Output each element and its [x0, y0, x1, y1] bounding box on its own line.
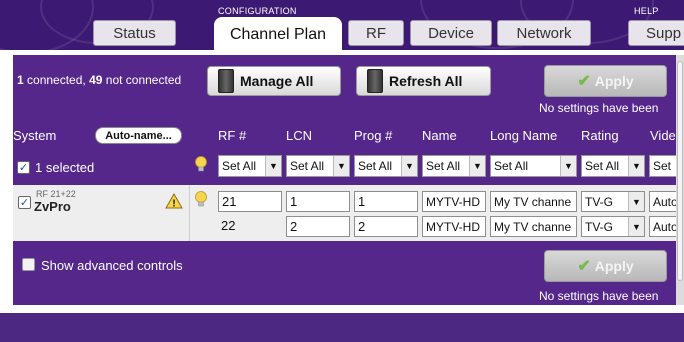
channel-plan-panel: 1 connected, 49 not connected Manage All… — [13, 55, 684, 305]
apply-label-bottom: Apply — [594, 258, 634, 274]
set-all-name-select[interactable]: Set All ▼ — [422, 155, 486, 177]
vertical-scrollbar[interactable] — [676, 55, 684, 305]
connected-count: 1 — [17, 73, 24, 87]
tab-rf[interactable]: RF — [348, 20, 404, 46]
rf-value: 22 — [221, 218, 236, 233]
chevron-down-icon: ▼ — [401, 156, 417, 176]
prog-field[interactable]: 2 — [354, 216, 418, 237]
device-checkbox[interactable]: ✓ — [18, 196, 31, 209]
chevron-down-icon: ▼ — [333, 156, 349, 176]
column-divider — [189, 185, 190, 241]
device-icon — [218, 69, 234, 93]
column-header-rating[interactable]: Rating — [581, 128, 619, 143]
rating-select[interactable]: TV-G ▼ — [581, 216, 645, 237]
advanced-controls-label: Show advanced controls — [41, 258, 183, 273]
device-name: ZvPro — [34, 199, 71, 214]
long-name-field[interactable]: My TV channe — [490, 216, 577, 237]
tab-status[interactable]: Status — [93, 20, 176, 46]
set-all-prog-select[interactable]: Set All ▼ — [354, 155, 418, 177]
warning-icon[interactable]: ! — [165, 193, 183, 209]
svg-text:!: ! — [172, 199, 175, 210]
lcn-field[interactable]: 1 — [286, 191, 350, 212]
configuration-label: CONFIGURATION — [218, 6, 297, 16]
column-header-lcn[interactable]: LCN — [286, 128, 312, 143]
device-icon — [367, 69, 383, 93]
top-nav-bar: CONFIGURATION HELP Status Channel Plan R… — [0, 0, 684, 50]
chevron-down-icon: ▼ — [560, 156, 576, 176]
apply-button[interactable]: ✔ Apply — [544, 65, 667, 97]
connection-status: 1 connected, 49 not connected — [17, 73, 181, 87]
tab-device[interactable]: Device — [410, 20, 492, 46]
select-all-checkbox[interactable]: ✓ — [17, 161, 30, 174]
device-rf-label: RF 21+22 — [36, 189, 76, 199]
column-header-system: System — [13, 128, 57, 143]
connected-text: connected, — [23, 73, 90, 87]
apply-status-note: No settings have been — [539, 101, 659, 115]
tab-channel-plan[interactable]: Channel Plan — [214, 17, 342, 50]
advanced-controls-checkbox[interactable] — [22, 258, 35, 271]
chevron-down-icon: ▼ — [628, 192, 644, 211]
apply-button-bottom[interactable]: ✔ Apply — [544, 250, 667, 282]
name-field[interactable]: MYTV-HD — [422, 191, 486, 212]
set-all-rf-select[interactable]: Set All ▼ — [218, 155, 282, 177]
chevron-down-icon: ▼ — [469, 156, 485, 176]
bottom-separator — [0, 305, 684, 313]
chevron-down-icon: ▼ — [628, 156, 644, 176]
column-header-prog[interactable]: Prog # — [354, 128, 392, 143]
set-all-long-name-select[interactable]: Set All ▼ — [490, 155, 577, 177]
scrollbar-thumb[interactable] — [677, 61, 683, 281]
lightbulb-icon[interactable] — [194, 191, 208, 208]
manage-all-button[interactable]: Manage All — [207, 66, 341, 96]
set-all-rating-select[interactable]: Set All ▼ — [581, 155, 645, 177]
rating-select[interactable]: TV-G ▼ — [581, 191, 645, 212]
lcn-field[interactable]: 2 — [286, 216, 350, 237]
tab-support[interactable]: Supp — [628, 20, 684, 46]
column-header-rf[interactable]: RF # — [218, 128, 246, 143]
set-all-lcn-select[interactable]: Set All ▼ — [286, 155, 350, 177]
lightbulb-icon[interactable] — [194, 156, 208, 173]
prog-field[interactable]: 1 — [354, 191, 418, 212]
rf-field[interactable]: 21 — [218, 191, 282, 212]
column-header-video[interactable]: Vide — [650, 128, 676, 143]
name-field[interactable]: MYTV-HD — [422, 216, 486, 237]
long-name-field[interactable]: My TV channe — [490, 191, 577, 212]
check-icon: ✔ — [577, 258, 591, 275]
chevron-down-icon: ▼ — [628, 217, 644, 236]
selected-count: 1 selected — [35, 160, 95, 175]
refresh-all-label: Refresh All — [389, 73, 463, 89]
refresh-all-button[interactable]: Refresh All — [356, 66, 491, 96]
check-icon: ✔ — [577, 73, 591, 90]
apply-label: Apply — [594, 73, 634, 89]
footer-bar — [0, 313, 684, 342]
manage-all-label: Manage All — [240, 73, 314, 89]
not-connected-text: not connected — [102, 73, 182, 87]
chevron-down-icon: ▼ — [265, 156, 281, 176]
not-connected-count: 49 — [89, 73, 103, 87]
auto-name-button[interactable]: Auto-name... — [95, 127, 182, 144]
tab-network[interactable]: Network — [497, 20, 591, 46]
help-label: HELP — [634, 6, 659, 16]
column-header-name[interactable]: Name — [422, 128, 457, 143]
column-header-long-name[interactable]: Long Name — [490, 128, 557, 143]
apply-status-note-bottom: No settings have been — [539, 289, 659, 303]
